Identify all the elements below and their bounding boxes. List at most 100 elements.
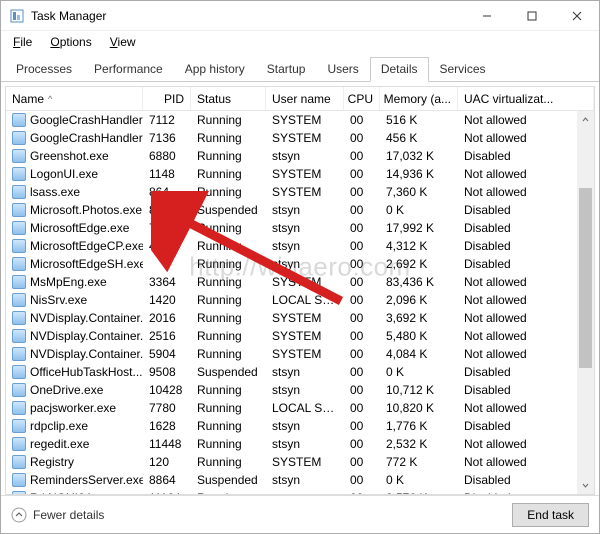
table-row[interactable]: GoogleCrashHandler...7136RunningSYSTEM00… (6, 129, 594, 147)
table-row[interactable]: Greenshot.exe6880Runningstsyn0017,032 KD… (6, 147, 594, 165)
col-header-name-label: Name (12, 92, 44, 106)
process-icon (12, 131, 26, 145)
menu-view[interactable]: View (102, 33, 144, 51)
cell-name: lsass.exe (30, 185, 80, 199)
process-icon (12, 149, 26, 163)
tab-details[interactable]: Details (370, 57, 429, 82)
menu-options[interactable]: Options (42, 33, 99, 51)
cell-cpu: 00 (344, 167, 380, 181)
footer: Fewer details End task (1, 495, 599, 533)
app-icon (9, 8, 25, 24)
cell-cpu: 00 (344, 311, 380, 325)
cell-cpu: 00 (344, 185, 380, 199)
cell-name: MicrosoftEdgeSH.exe (30, 257, 143, 271)
tab-processes[interactable]: Processes (5, 57, 83, 82)
cell-pid: 8864 (143, 473, 191, 487)
cell-user: SYSTEM (266, 167, 344, 181)
table-row[interactable]: NVDisplay.Container...2016RunningSYSTEM0… (6, 309, 594, 327)
cell-status: Running (191, 419, 266, 433)
col-header-pid[interactable]: PID (143, 87, 191, 110)
table-row[interactable]: Registry120RunningSYSTEM00772 KNot allow… (6, 453, 594, 471)
process-icon (12, 203, 26, 217)
table-row[interactable]: LogonUI.exe1148RunningSYSTEM0014,936 KNo… (6, 165, 594, 183)
menubar: File Options View (1, 31, 599, 53)
col-header-cpu[interactable]: CPU (344, 87, 380, 110)
cell-user: SYSTEM (266, 275, 344, 289)
cell-status: Running (191, 131, 266, 145)
cell-cpu: 00 (344, 473, 380, 487)
scroll-track[interactable] (577, 128, 594, 477)
maximize-button[interactable] (509, 1, 554, 30)
table-row[interactable]: OfficeHubTaskHost....9508Suspendedstsyn0… (6, 363, 594, 381)
minimize-button[interactable] (464, 1, 509, 30)
cell-pid: 1628 (143, 419, 191, 433)
cell-pid: 1420 (143, 293, 191, 307)
cell-cpu: 00 (344, 329, 380, 343)
cell-uac: Not allowed (458, 131, 594, 145)
table-row[interactable]: GoogleCrashHandler...7112RunningSYSTEM00… (6, 111, 594, 129)
process-icon (12, 419, 26, 433)
end-task-button[interactable]: End task (512, 503, 589, 527)
cell-status: Running (191, 185, 266, 199)
cell-cpu: 00 (344, 221, 380, 235)
tab-users[interactable]: Users (316, 57, 369, 82)
table-row[interactable]: MsMpEng.exe3364RunningSYSTEM0083,436 KNo… (6, 273, 594, 291)
table-row[interactable]: lsass.exe864RunningSYSTEM007,360 KNot al… (6, 183, 594, 201)
tab-app-history[interactable]: App history (174, 57, 256, 82)
table-row[interactable]: rdpclip.exe1628Runningstsyn001,776 KDisa… (6, 417, 594, 435)
cell-user: LOCAL SE... (266, 401, 344, 415)
table-row[interactable]: pacjsworker.exe7780RunningLOCAL SE...001… (6, 399, 594, 417)
cell-cpu: 00 (344, 419, 380, 433)
cell-pid: 7112 (143, 113, 191, 127)
cell-user: stsyn (266, 473, 344, 487)
cell-uac: Not allowed (458, 167, 594, 181)
table-row[interactable]: OneDrive.exe10428Runningstsyn0010,712 KD… (6, 381, 594, 399)
cell-user: stsyn (266, 149, 344, 163)
process-icon (12, 365, 26, 379)
table-row[interactable]: MicrosoftEdgeCP.exe4504Runningstsyn004,3… (6, 237, 594, 255)
close-button[interactable] (554, 1, 599, 30)
process-icon (12, 221, 26, 235)
cell-status: Suspended (191, 203, 266, 217)
process-icon (12, 473, 26, 487)
table-row[interactable]: RtkNGUI64.exe11164Runningstsyn002,576 KD… (6, 489, 594, 495)
table-row[interactable]: regedit.exe11448Runningstsyn002,532 KNot… (6, 435, 594, 453)
table-row[interactable]: MicrosoftEdge.exe7556Runningstsyn0017,99… (6, 219, 594, 237)
tab-startup[interactable]: Startup (256, 57, 317, 82)
cell-status: Suspended (191, 365, 266, 379)
cell-status: Running (191, 311, 266, 325)
table-row[interactable]: NisSrv.exe1420RunningLOCAL SE...002,096 … (6, 291, 594, 309)
table-row[interactable]: NVDisplay.Container...2516RunningSYSTEM0… (6, 327, 594, 345)
col-header-user[interactable]: User name (266, 87, 344, 110)
cell-user: stsyn (266, 239, 344, 253)
col-header-uac[interactable]: UAC virtualizat... (458, 87, 594, 110)
vertical-scrollbar[interactable] (577, 111, 594, 494)
col-header-status[interactable]: Status (191, 87, 266, 110)
cell-name: GoogleCrashHandler... (30, 131, 143, 145)
table-row[interactable]: RemindersServer.exe8864Suspendedstsyn000… (6, 471, 594, 489)
process-icon (12, 275, 26, 289)
scroll-up-button[interactable] (577, 111, 594, 128)
tab-services[interactable]: Services (429, 57, 497, 82)
col-header-name[interactable]: Name^ (6, 87, 143, 110)
column-headers: Name^ PID Status User name CPU Memory (a… (6, 87, 594, 111)
cell-status: Running (191, 491, 266, 495)
cell-memory: 14,936 K (380, 167, 458, 181)
cell-status: Running (191, 221, 266, 235)
cell-user: SYSTEM (266, 113, 344, 127)
table-row[interactable]: Microsoft.Photos.exe8488Suspendedstsyn00… (6, 201, 594, 219)
tab-performance[interactable]: Performance (83, 57, 174, 82)
cell-status: Running (191, 113, 266, 127)
fewer-details-toggle[interactable]: Fewer details (11, 507, 104, 523)
cell-user: SYSTEM (266, 131, 344, 145)
scroll-thumb[interactable] (579, 188, 592, 368)
table-row[interactable]: NVDisplay.Container...5904RunningSYSTEM0… (6, 345, 594, 363)
process-icon (12, 293, 26, 307)
titlebar: Task Manager (1, 1, 599, 31)
cell-memory: 2,096 K (380, 293, 458, 307)
menu-file[interactable]: File (5, 33, 40, 51)
table-row[interactable]: MicrosoftEdgeSH.exeRunningstsyn002,692 K… (6, 255, 594, 273)
scroll-down-button[interactable] (577, 477, 594, 494)
cell-pid: 7780 (143, 401, 191, 415)
col-header-memory[interactable]: Memory (a... (380, 87, 458, 110)
